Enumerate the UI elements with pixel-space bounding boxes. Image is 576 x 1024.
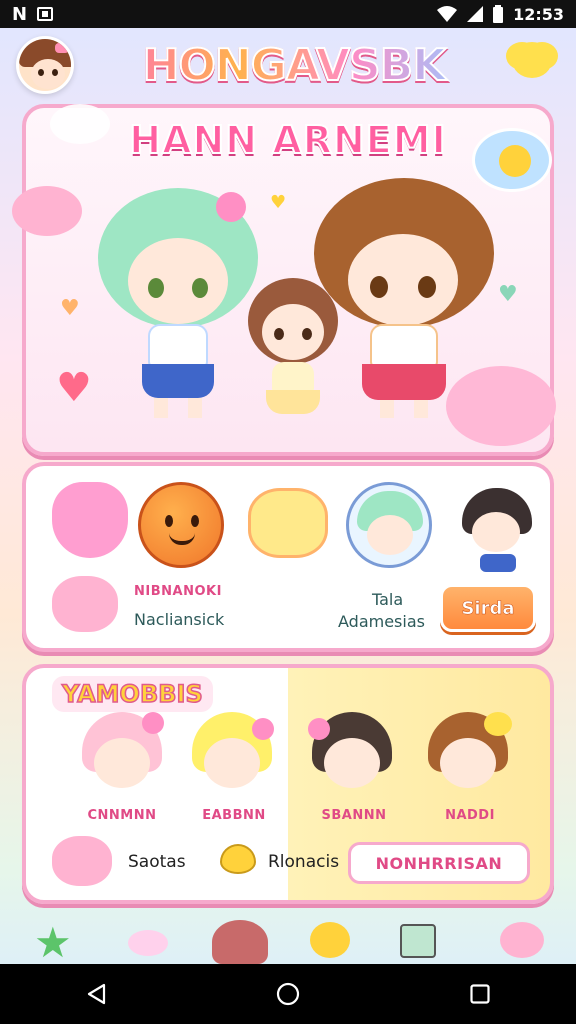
right-label-top: Tala [372, 590, 404, 609]
item-label: Nacliansick [134, 610, 225, 629]
status-time: 12:53 [513, 4, 564, 24]
status-left: N [12, 3, 54, 25]
character-card-dark[interactable] [308, 712, 396, 800]
item-label-small: NIBNANOKI [134, 584, 222, 599]
flower-icon [216, 192, 246, 222]
orange-smile-icon[interactable] [138, 482, 224, 568]
select-button[interactable]: Sirda [440, 584, 536, 632]
selection-panel: NIBNANOKI Nacliansick Tala Adamesias Sir… [22, 462, 554, 652]
pink-cloud-icon [500, 922, 544, 958]
character-name-2: EABBNN [202, 808, 266, 823]
battery-icon [493, 5, 504, 23]
app-icon [37, 7, 54, 21]
heart-icon: ♥ [56, 365, 92, 411]
cloud-icon [50, 104, 110, 144]
notification-icon: N [12, 3, 28, 25]
pink-cloud-icon [12, 186, 82, 236]
heart-small-icon: ♥ [60, 296, 80, 321]
back-icon [87, 983, 106, 1005]
star-bubble-icon[interactable] [512, 42, 552, 78]
heart-small-icon: ♥ [498, 282, 518, 307]
yellow-heart-bubble-icon[interactable] [248, 488, 328, 558]
character-card-brown[interactable] [424, 712, 512, 800]
recents-button[interactable] [450, 974, 510, 1014]
status-right: 12:53 [437, 5, 564, 24]
character-card-yellow[interactable] [188, 712, 276, 800]
app-header: HONGAVSBK [0, 28, 576, 108]
character-name-3: SBANNN [321, 808, 387, 823]
pink-blob-icon[interactable] [52, 482, 128, 558]
character-green-hair[interactable] [98, 188, 258, 428]
pink-cloud-icon [52, 836, 112, 886]
name-input[interactable]: NONHRRISAN [348, 842, 530, 884]
back-button[interactable] [66, 974, 126, 1014]
wifi-icon [437, 6, 458, 22]
home-icon [276, 982, 300, 1006]
panel-title: YAMOBBIS [52, 676, 213, 712]
character-brown-hair[interactable] [314, 178, 494, 428]
character-name-1: CNNMNN [87, 808, 157, 823]
profile-avatar[interactable] [16, 36, 74, 94]
left-text: Saotas [128, 852, 186, 872]
signal-icon [467, 6, 484, 22]
yellow-bubble-icon [310, 922, 350, 958]
avatar-dark-hair[interactable] [454, 482, 540, 572]
bottom-decor: ★ [0, 908, 576, 964]
character-card-pink[interactable] [78, 712, 166, 800]
avatar-green-hair[interactable] [346, 482, 432, 568]
cake-icon [400, 924, 436, 958]
recents-icon [470, 984, 490, 1004]
system-nav-bar [0, 964, 576, 1024]
app-title: HONGAVSBK [124, 39, 464, 96]
right-label-bottom: Adamesias [338, 612, 425, 631]
pink-cloud-icon [52, 576, 118, 632]
home-button[interactable] [258, 974, 318, 1014]
pet-icon [212, 920, 268, 964]
star-icon: ★ [34, 918, 72, 967]
banana-icon [220, 844, 256, 874]
middle-text: Rlonacis [268, 852, 340, 872]
character-name-4: NADDI [445, 808, 495, 823]
hero-card: HANN ARNEMI ♥ ♥ ♥ ♥ [12, 104, 556, 456]
cloud-icon [128, 930, 168, 956]
characters-panel: YAMOBBIS CNNMNN EABBNN SBANNN NADDI Saot… [22, 664, 554, 904]
status-bar: N 12:53 [0, 0, 576, 28]
heart-small-icon: ♥ [270, 192, 287, 213]
